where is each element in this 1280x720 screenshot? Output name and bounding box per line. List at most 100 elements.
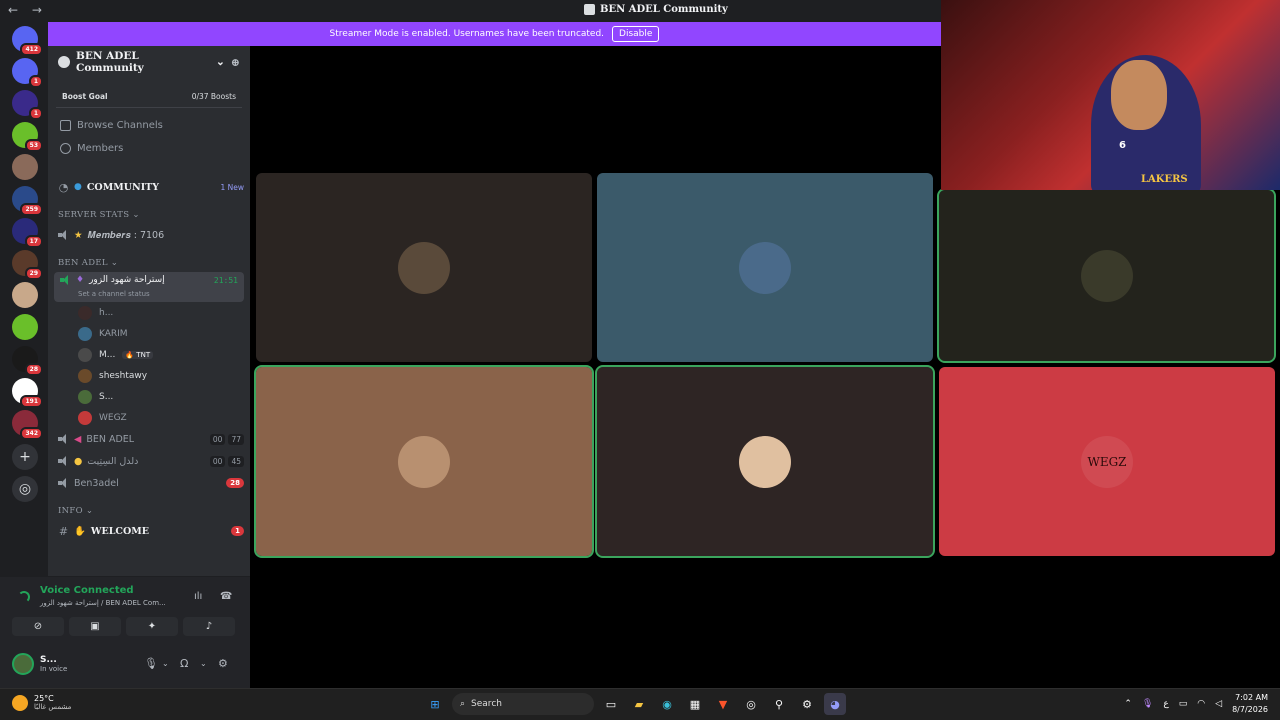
shrek-icon[interactable] <box>12 314 38 340</box>
user-limit: 00 45 <box>209 455 244 467</box>
user-count: 00 <box>209 455 226 467</box>
language-indicator[interactable]: ع <box>1163 699 1168 709</box>
server-avatar-icon[interactable]: 259 <box>12 186 43 216</box>
camera-off-button[interactable]: ⊘ <box>12 617 64 636</box>
channel-name: دلدل السِتِيت <box>87 455 139 467</box>
ben-adel-server-icon[interactable]: 191 <box>12 378 43 408</box>
headphones-icon[interactable]: Ω <box>180 657 188 670</box>
user-name: KARIM <box>99 328 128 339</box>
settings-icon[interactable]: ⚙ <box>796 693 818 715</box>
search-icon: ⌕ <box>460 699 466 709</box>
voice-user[interactable]: WEGZ <box>48 407 250 428</box>
signal-icon[interactable] <box>18 591 30 603</box>
server-avatar-icon[interactable]: 342 <box>12 410 43 440</box>
w-logo-icon[interactable]: 53 <box>12 122 43 152</box>
tnt-icon[interactable]: 28 <box>12 346 43 376</box>
chevron-down-icon[interactable]: ⌄ <box>162 659 169 668</box>
category-info[interactable]: INFO ⌄ <box>48 502 250 520</box>
voice-user[interactable]: KARIM <box>48 323 250 344</box>
video-tile[interactable] <box>597 173 933 362</box>
voice-user[interactable]: M... 🔥 TNT <box>48 344 250 365</box>
ea-fc-icon[interactable]: 1 <box>12 90 43 120</box>
screen-share-button[interactable]: ▣ <box>69 617 121 636</box>
mic-tray-icon[interactable]: 🎙 <box>1142 699 1153 709</box>
discover-icon[interactable]: ◎ <box>12 476 38 502</box>
video-tile[interactable] <box>595 365 935 558</box>
notification-badge: 29 <box>24 267 43 280</box>
voice-user[interactable]: S... <box>48 386 250 407</box>
mic-icon[interactable]: 🎙 <box>144 657 158 670</box>
settings-gear-icon[interactable]: ⚙ <box>218 657 228 670</box>
channel-ben3adel[interactable]: Ben3adel 28 <box>48 472 250 494</box>
video-tile[interactable] <box>256 173 592 362</box>
disable-button[interactable]: Disable <box>612 26 660 42</box>
avatar <box>398 241 450 294</box>
edge-icon[interactable]: ◉ <box>656 693 678 715</box>
server-avatar-icon[interactable]: 29 <box>12 250 43 280</box>
mention-badge: 1 <box>231 526 244 536</box>
channel-status[interactable]: Set a channel status <box>78 290 150 298</box>
forward-arrow-icon[interactable]: → <box>32 3 42 17</box>
avatar <box>78 347 92 362</box>
temperature: 25°C <box>34 694 54 703</box>
avatar <box>78 410 92 425</box>
channel-members-stat[interactable]: ★ 𝑴𝒆𝒎𝒃𝒆𝒓𝒔 : 7106 <box>48 224 250 246</box>
noise-suppression-icon[interactable]: ılı <box>194 591 202 602</box>
channel-name: WELCOME <box>90 525 150 537</box>
channel-welcome[interactable]: # ✋ WELCOME 1 <box>48 520 250 542</box>
avatar <box>78 368 92 383</box>
video-tile[interactable]: WEGZ <box>939 367 1275 556</box>
channel-name: إستراحة شهود الزور <box>89 275 165 285</box>
chevron-down-icon[interactable]: ⌄ <box>200 659 207 668</box>
add-server-icon[interactable]: + <box>12 444 38 470</box>
system-tray: ⌃ 🎙 ع ▭ ◠ ◁ 7:02 AM 8/7/2026 <box>1124 692 1268 716</box>
notification-badge: 1 <box>28 75 43 88</box>
discord-taskbar-icon[interactable]: ◕ <box>824 693 846 715</box>
category-server-stats[interactable]: SERVER STATS ⌄ <box>48 206 250 224</box>
invite-people-icon[interactable]: ⊕ <box>231 56 240 69</box>
user-panel[interactable]: S... In voice <box>12 653 67 675</box>
search-box[interactable]: ⌕ Search <box>452 693 594 715</box>
clock[interactable]: 7:02 AM 8/7/2026 <box>1232 692 1268 716</box>
server-header[interactable]: BEN ADEL Community ⌄ ⊕ <box>48 46 250 78</box>
video-tile[interactable] <box>254 365 594 558</box>
task-view-icon[interactable]: ▭ <box>600 693 622 715</box>
server-avatar-icon[interactable] <box>12 282 38 308</box>
mention-badge: 28 <box>226 478 244 488</box>
voice-user[interactable]: h... <box>48 302 250 323</box>
back-arrow-icon[interactable]: ← <box>8 3 18 17</box>
windows-start-icon[interactable]: ⊞ <box>424 693 446 715</box>
server-avatar-icon[interactable] <box>12 154 38 180</box>
avatar <box>78 305 92 320</box>
channel-ben-adel[interactable]: ◀ BEN ADEL 00 77 <box>48 428 250 450</box>
brave-icon[interactable]: ▼ <box>712 693 734 715</box>
file-explorer-icon[interactable]: ▰ <box>628 693 650 715</box>
soundboard-button[interactable]: ♪ <box>183 617 235 636</box>
monitor-icon[interactable]: ▭ <box>1179 699 1188 709</box>
store-icon[interactable]: ▦ <box>684 693 706 715</box>
category-ben-adel[interactable]: BEN ADEL ⌄ <box>48 254 250 272</box>
discord-home-icon[interactable]: 412 <box>12 26 43 56</box>
activities-button[interactable]: ✦ <box>126 617 178 636</box>
voice-user[interactable]: sheshtawy <box>48 365 250 386</box>
voice-connected-label[interactable]: Voice Connected <box>40 585 134 596</box>
network-icon[interactable]: ◠ <box>1197 699 1205 709</box>
boost-goal[interactable]: Boost Goal 0/37 Boosts <box>56 86 242 108</box>
discord-icon[interactable]: 1 <box>12 58 43 88</box>
notification-badge: 412 <box>20 43 43 56</box>
volume-icon[interactable]: ◁ <box>1215 699 1222 709</box>
members-link[interactable]: Members <box>48 137 250 160</box>
app-icon[interactable]: ◎ <box>740 693 762 715</box>
browse-channels[interactable]: Browse Channels <box>48 114 250 137</box>
ea-icon[interactable]: 17 <box>12 218 43 248</box>
disconnect-icon[interactable]: ☎ <box>220 591 232 602</box>
banner-text: Streamer Mode is enabled. Usernames have… <box>329 29 605 39</box>
chevron-up-icon[interactable]: ⌃ <box>1124 699 1132 709</box>
channel-arabic[interactable]: ● دلدل السِتِيت 00 45 <box>48 450 250 472</box>
channel-community[interactable]: ◔ ● COMMUNITY 1 New <box>48 176 250 198</box>
active-voice-channel[interactable]: ♦ إستراحة شهود الزور 21:51 Set a channel… <box>54 272 244 302</box>
video-tile[interactable] <box>937 188 1276 363</box>
weather-widget[interactable]: 25°C مشمس غالبًا <box>12 694 71 711</box>
server-name: BEN ADEL Community <box>75 50 144 74</box>
app-icon[interactable]: ⚲ <box>768 693 790 715</box>
